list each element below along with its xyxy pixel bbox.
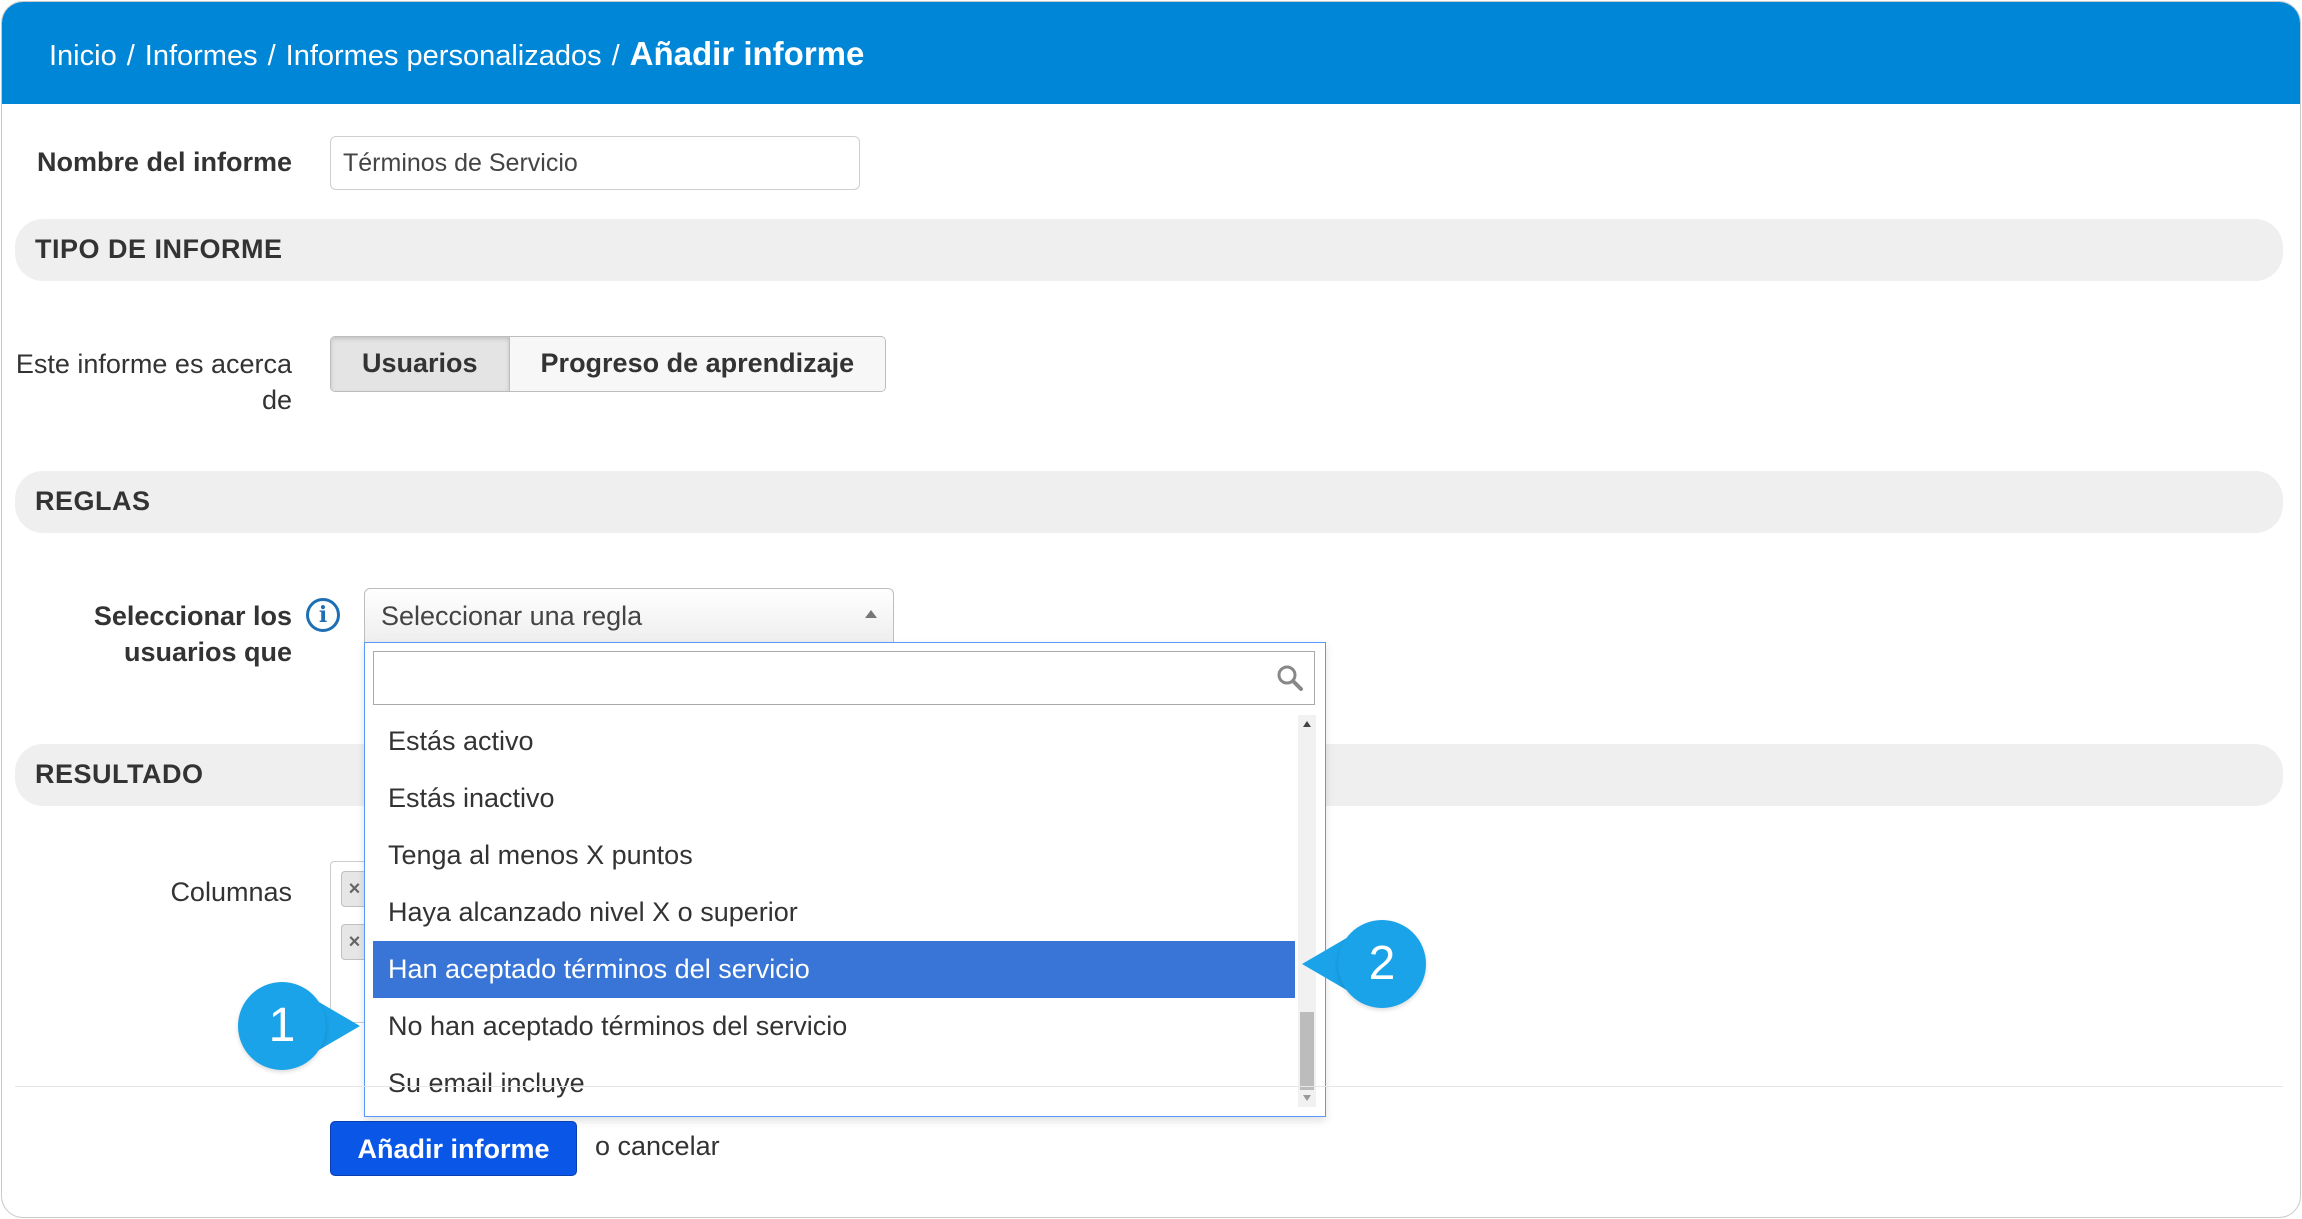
dropdown-option[interactable]: No han aceptado términos del servicio [373,998,1295,1055]
header-bar: Inicio / Informes / Informes personalizados /… [2,2,2300,104]
option-learning-progress[interactable]: Progreso de aprendizaje [509,337,886,391]
dropdown-option[interactable]: Su email incluye [373,1055,1295,1112]
rule-select-placeholder: Seleccionar una regla [381,601,643,631]
report-name-label: Nombre del informe [36,147,292,177]
rules-label-line2: usuarios que [123,637,292,667]
rule-dropdown: Estás activo Estás inactivo Tenga al men… [364,642,1326,1117]
page-title: Añadir informe [629,35,865,72]
breadcrumb: Inicio / Informes / Informes personalizados /… [49,35,874,73]
dropdown-option[interactable]: Estás activo [373,713,1295,770]
option-users[interactable]: Usuarios [331,337,510,391]
report-about-toggle: Usuarios Progreso de aprendizaje [330,336,887,392]
callout-badge-2: 2 [1338,920,1426,1008]
rule-select[interactable]: Seleccionar una regla [364,588,894,642]
report-name-input[interactable] [330,136,860,190]
dropdown-option[interactable]: Estás inactivo [373,770,1295,827]
breadcrumb-separator: / [126,40,135,72]
about-label: Este informe es acerca de [12,346,292,418]
cancel-link[interactable]: o cancelar [595,1131,720,1162]
section-title: RESULTADO [35,759,204,789]
callout-badge-1: 1 [238,982,326,1070]
breadcrumb-home[interactable]: Inicio [49,40,117,72]
dropdown-scrollbar[interactable] [1298,715,1316,1107]
section-rules: REGLAS [15,471,2283,533]
dropdown-option[interactable]: Tenga al menos X puntos [373,827,1295,884]
columns-label: Columnas [170,877,292,907]
section-title: TIPO DE INFORME [35,234,283,264]
section-title: REGLAS [35,486,151,516]
dropdown-option[interactable]: Haya alcanzado nivel X o superior [373,884,1295,941]
app-window: Inicio / Informes / Informes personalizados /… [1,1,2301,1218]
info-icon[interactable]: i [306,598,340,632]
breadcrumb-custom-reports[interactable]: Informes personalizados [286,40,602,72]
chevron-up-icon [865,610,877,618]
search-icon [1277,665,1303,691]
dropdown-list: Estás activo Estás inactivo Tenga al men… [373,713,1295,1112]
about-label-line2: de [261,385,292,415]
scroll-up-icon[interactable] [1303,721,1311,727]
breadcrumb-reports[interactable]: Informes [145,40,258,72]
dropdown-search-input[interactable] [373,651,1315,705]
scroll-thumb[interactable] [1300,1012,1314,1090]
section-report-type: TIPO DE INFORME [15,219,2283,281]
rules-label: Seleccionar los usuarios que [32,598,292,670]
breadcrumb-separator: / [267,40,276,72]
about-label-line1: Este informe es acerca [15,349,292,379]
breadcrumb-separator: / [611,40,620,72]
rules-label-line1: Seleccionar los [93,601,292,631]
scroll-down-icon[interactable] [1303,1095,1311,1101]
add-report-button[interactable]: Añadir informe [330,1121,577,1176]
divider [15,1086,2283,1087]
dropdown-option-highlighted[interactable]: Han aceptado términos del servicio [373,941,1295,998]
